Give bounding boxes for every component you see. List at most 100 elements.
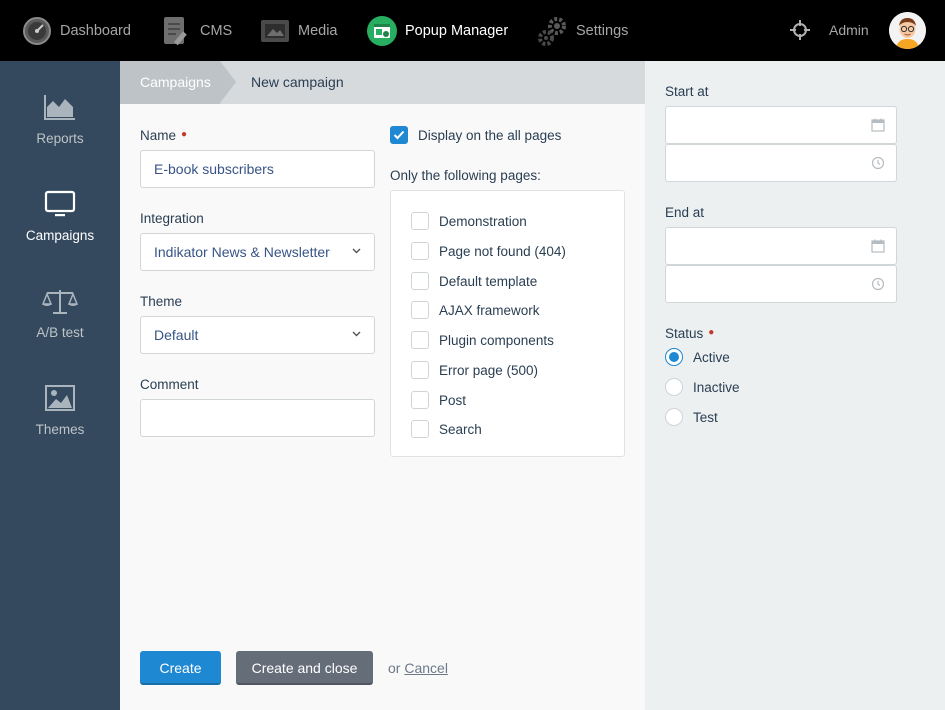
nav-settings[interactable]: Settings [537, 0, 628, 61]
breadcrumb: Campaigns New campaign [120, 61, 645, 104]
nav-popup-manager[interactable]: Popup Manager [366, 0, 508, 61]
chevron-down-icon [352, 248, 361, 254]
checkbox[interactable] [411, 391, 429, 409]
clock-icon [871, 277, 885, 291]
page-option-label: Search [439, 421, 482, 437]
start-at-label: Start at [665, 84, 709, 99]
page-option-label: Default template [439, 273, 538, 289]
breadcrumb-arrow [220, 61, 236, 103]
name-field[interactable]: E-book subscribers [140, 150, 375, 188]
sidebar: Reports Campaigns A/B test Themes [0, 61, 120, 710]
status-option-test[interactable]: Test [665, 408, 718, 426]
only-pages-label: Only the following pages: [390, 168, 541, 183]
page-option-plugin-components[interactable]: Plugin components [411, 331, 554, 349]
breadcrumb-campaigns-link[interactable]: Campaigns [120, 61, 220, 104]
gears-icon [537, 15, 569, 47]
nav-media[interactable]: Media [259, 0, 338, 61]
radio[interactable] [665, 378, 683, 396]
sidebar-item-reports[interactable]: Reports [0, 91, 120, 146]
required-marker: ● [708, 327, 715, 338]
nav-dashboard-label: Dashboard [60, 22, 131, 39]
sidebar-item-ab-test[interactable]: A/B test [0, 285, 120, 340]
display-all-pages-label: Display on the all pages [418, 127, 562, 143]
page-option-404[interactable]: Page not found (404) [411, 242, 566, 260]
page-option-500[interactable]: Error page (500) [411, 361, 538, 379]
page-option-label: Page not found (404) [439, 243, 566, 259]
end-at-label: End at [665, 205, 705, 220]
calendar-icon [871, 118, 885, 132]
pages-list: Demonstration Page not found (404) Defau… [390, 190, 625, 457]
admin-user-link[interactable]: Admin [829, 22, 869, 38]
end-date-field[interactable] [665, 227, 897, 265]
theme-select[interactable]: Default [140, 316, 375, 354]
image-icon [42, 382, 78, 414]
page-option-post[interactable]: Post [411, 391, 466, 409]
checkbox[interactable] [411, 331, 429, 349]
start-time-field[interactable] [665, 144, 897, 182]
page-option-demonstration[interactable]: Demonstration [411, 212, 527, 230]
popup-window-icon [366, 15, 398, 47]
nav-cms[interactable]: CMS [161, 0, 232, 61]
sidebar-item-label: Reports [36, 131, 84, 146]
nav-media-label: Media [298, 22, 338, 39]
chevron-down-icon [352, 331, 361, 337]
start-date-field[interactable] [665, 106, 897, 144]
checkbox[interactable] [411, 242, 429, 260]
balance-scale-icon [42, 285, 78, 317]
page-option-label: AJAX framework [439, 302, 540, 318]
radio[interactable] [665, 408, 683, 426]
nav-dashboard[interactable]: Dashboard [21, 0, 131, 61]
checkbox[interactable] [411, 420, 429, 438]
photo-icon [259, 15, 291, 47]
status-option-label: Test [693, 409, 718, 425]
sidebar-item-label: Themes [35, 422, 85, 437]
sidebar-item-themes[interactable]: Themes [0, 382, 120, 437]
create-button[interactable]: Create [140, 651, 221, 685]
status-option-label: Active [693, 349, 730, 365]
name-label-text: Name [140, 128, 177, 143]
campaign-form: Name ● E-book subscribers Integration Ind… [120, 104, 645, 710]
page-option-label: Error page (500) [439, 362, 539, 378]
crosshair-icon[interactable] [789, 19, 811, 41]
checkbox[interactable] [411, 361, 429, 379]
checkbox-checked[interactable] [390, 126, 408, 144]
required-marker: ● [181, 129, 188, 140]
theme-label: Theme [140, 294, 183, 309]
checkbox[interactable] [411, 272, 429, 290]
page-option-default-template[interactable]: Default template [411, 272, 537, 290]
integration-select[interactable]: Indikator News & Newsletter [140, 233, 375, 271]
schedule-status-panel: Start at End at Status ● Active Inactive … [645, 61, 945, 710]
page-option-ajax-framework[interactable]: AJAX framework [411, 301, 540, 319]
check-icon [393, 130, 405, 140]
status-option-inactive[interactable]: Inactive [665, 378, 740, 396]
status-option-active[interactable]: Active [665, 348, 730, 366]
page-option-label: Post [439, 392, 467, 408]
end-time-field[interactable] [665, 265, 897, 303]
comment-label: Comment [140, 377, 199, 392]
integration-label: Integration [140, 211, 204, 226]
checkbox[interactable] [411, 212, 429, 230]
integration-select-value: Indikator News & Newsletter [154, 244, 330, 260]
status-label-text: Status [665, 326, 704, 341]
clock-icon [871, 156, 885, 170]
theme-select-value: Default [154, 327, 199, 343]
calendar-icon [871, 239, 885, 253]
area-chart-icon [42, 91, 78, 123]
document-edit-icon [161, 15, 193, 47]
page-option-label: Plugin components [439, 332, 554, 348]
avatar[interactable] [889, 12, 926, 49]
nav-cms-label: CMS [200, 22, 233, 39]
page-option-label: Demonstration [439, 213, 527, 229]
display-all-pages-checkbox[interactable]: Display on the all pages [390, 126, 561, 144]
page-option-search[interactable]: Search [411, 420, 482, 438]
nav-settings-label: Settings [576, 22, 629, 39]
cancel-link[interactable]: Cancel [404, 660, 448, 676]
sidebar-item-campaigns[interactable]: Campaigns [0, 188, 120, 243]
status-option-label: Inactive [693, 379, 740, 395]
checkbox[interactable] [411, 301, 429, 319]
or-cancel: or Cancel [388, 660, 448, 676]
top-navigation: Dashboard CMS Media Popup Manager Settin… [0, 0, 945, 61]
radio-selected[interactable] [665, 348, 683, 366]
comment-field[interactable] [140, 399, 375, 437]
create-and-close-button[interactable]: Create and close [236, 651, 373, 685]
